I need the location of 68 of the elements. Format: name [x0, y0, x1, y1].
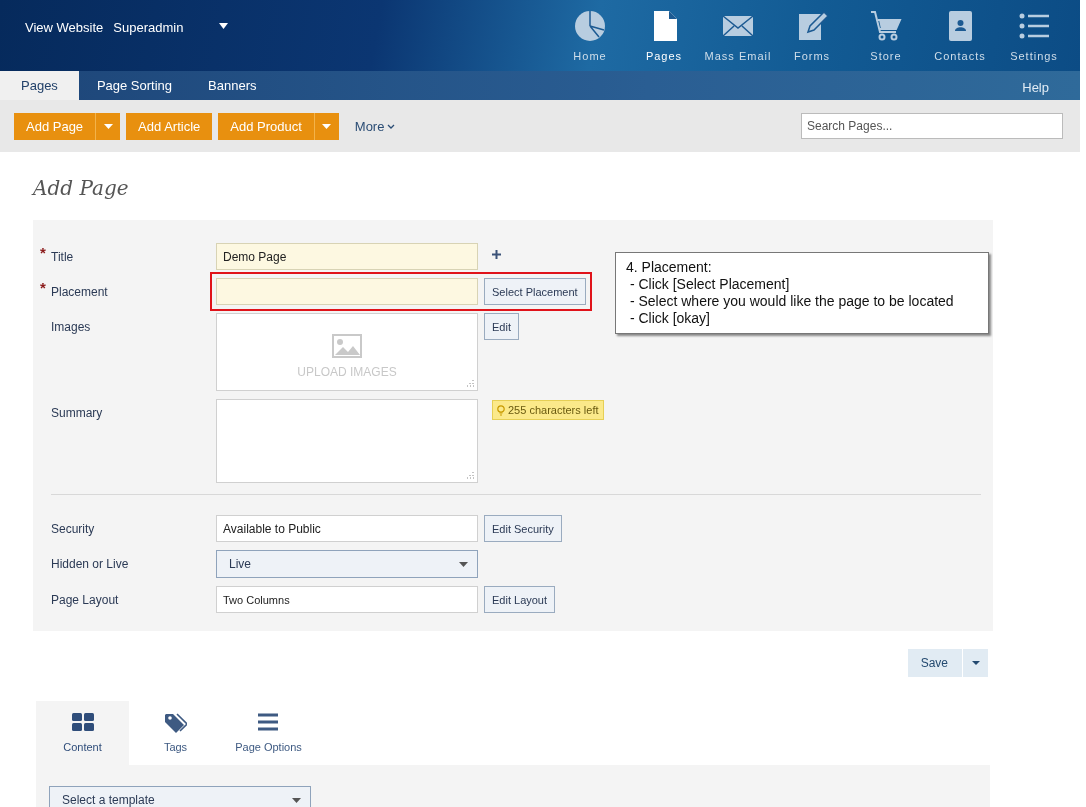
plus-icon	[492, 250, 501, 259]
nav-item[interactable]: Settings	[997, 0, 1071, 71]
callout-line: - Click [okay]	[628, 310, 711, 327]
edit-button[interactable]: Edit Security	[484, 515, 562, 542]
page-heading: Add Page	[33, 176, 130, 200]
tab[interactable]: Page Sorting	[78, 71, 191, 100]
grid-icon	[71, 713, 94, 733]
dropdown-value: Select a template	[62, 793, 155, 807]
required-mark: *	[40, 279, 46, 296]
field-label: Summary	[51, 405, 104, 420]
caret-icon	[103, 123, 113, 129]
tab[interactable]: Content	[36, 701, 129, 765]
caret-icon	[459, 561, 468, 567]
menu-icon	[257, 713, 280, 733]
callout-line: - Select where you would like the page to be located	[628, 293, 955, 310]
text-field[interactable]: Two Columns	[216, 586, 478, 613]
caret-icon	[219, 22, 229, 29]
search-field[interactable]: Search Pages...	[801, 113, 1063, 139]
header-link[interactable]: Superadmin	[113, 20, 184, 35]
summary-field[interactable]	[216, 399, 478, 483]
tab[interactable]: Pages	[0, 71, 79, 100]
nav-item[interactable]: Forms	[775, 0, 849, 71]
required-mark: *	[40, 244, 46, 261]
edit-button[interactable]: Edit Layout	[484, 586, 556, 613]
caret-icon	[971, 661, 980, 665]
help-link[interactable]: Help	[1022, 74, 1080, 100]
field-label: Hidden or Live	[51, 556, 130, 571]
field-label: Images	[51, 319, 92, 334]
save-button[interactable]: Save	[907, 649, 962, 677]
callout-line: - Click [Select Placement]	[628, 276, 791, 293]
nav-item[interactable]: Pages	[627, 0, 701, 71]
dropdown-button[interactable]	[95, 112, 121, 140]
header-link[interactable]: View Website	[25, 20, 104, 35]
caret-icon	[292, 797, 301, 803]
resize-grip-icon	[467, 380, 474, 387]
nav-item[interactable]: Contacts	[923, 0, 997, 71]
edit-button[interactable]: Select Placement	[484, 278, 586, 305]
resize-grip-icon	[467, 472, 474, 479]
tab[interactable]: Page Options	[222, 701, 315, 765]
nav-item[interactable]: Store	[849, 0, 923, 71]
tab[interactable]: Banners	[190, 71, 275, 100]
more-menu[interactable]: More	[354, 118, 396, 134]
dropdown-button[interactable]	[313, 112, 339, 140]
hint-text: 255 characters left	[508, 404, 599, 416]
save-dropdown-button[interactable]	[963, 649, 988, 677]
image-icon	[332, 334, 362, 358]
caret-icon	[322, 123, 332, 129]
pencil-pad-icon	[796, 10, 828, 42]
tags-icon	[164, 713, 187, 733]
field-label: Title	[51, 249, 75, 264]
cart-icon	[870, 10, 902, 42]
text-field[interactable]: Available to Public	[216, 515, 478, 542]
nav-item[interactable]: Mass Email	[701, 0, 775, 71]
dropdown[interactable]: Live	[216, 550, 478, 578]
text-field[interactable]: Demo Page	[216, 243, 478, 270]
callout-line: 4. Placement:	[626, 259, 713, 276]
dropdown-value: Live	[229, 557, 251, 571]
tab[interactable]: Tags	[129, 701, 222, 765]
nav-item[interactable]: Home	[553, 0, 627, 71]
field-label: Security	[51, 521, 96, 536]
field-label: Placement	[51, 284, 109, 299]
pie-chart-icon	[574, 10, 606, 42]
text-field[interactable]	[216, 278, 478, 305]
lightbulb-icon	[497, 404, 505, 416]
edit-button[interactable]: Edit	[484, 313, 519, 340]
field-label: Page Layout	[51, 592, 120, 607]
template-dropdown[interactable]: Select a template	[49, 786, 311, 807]
chevron-icon	[387, 123, 396, 129]
